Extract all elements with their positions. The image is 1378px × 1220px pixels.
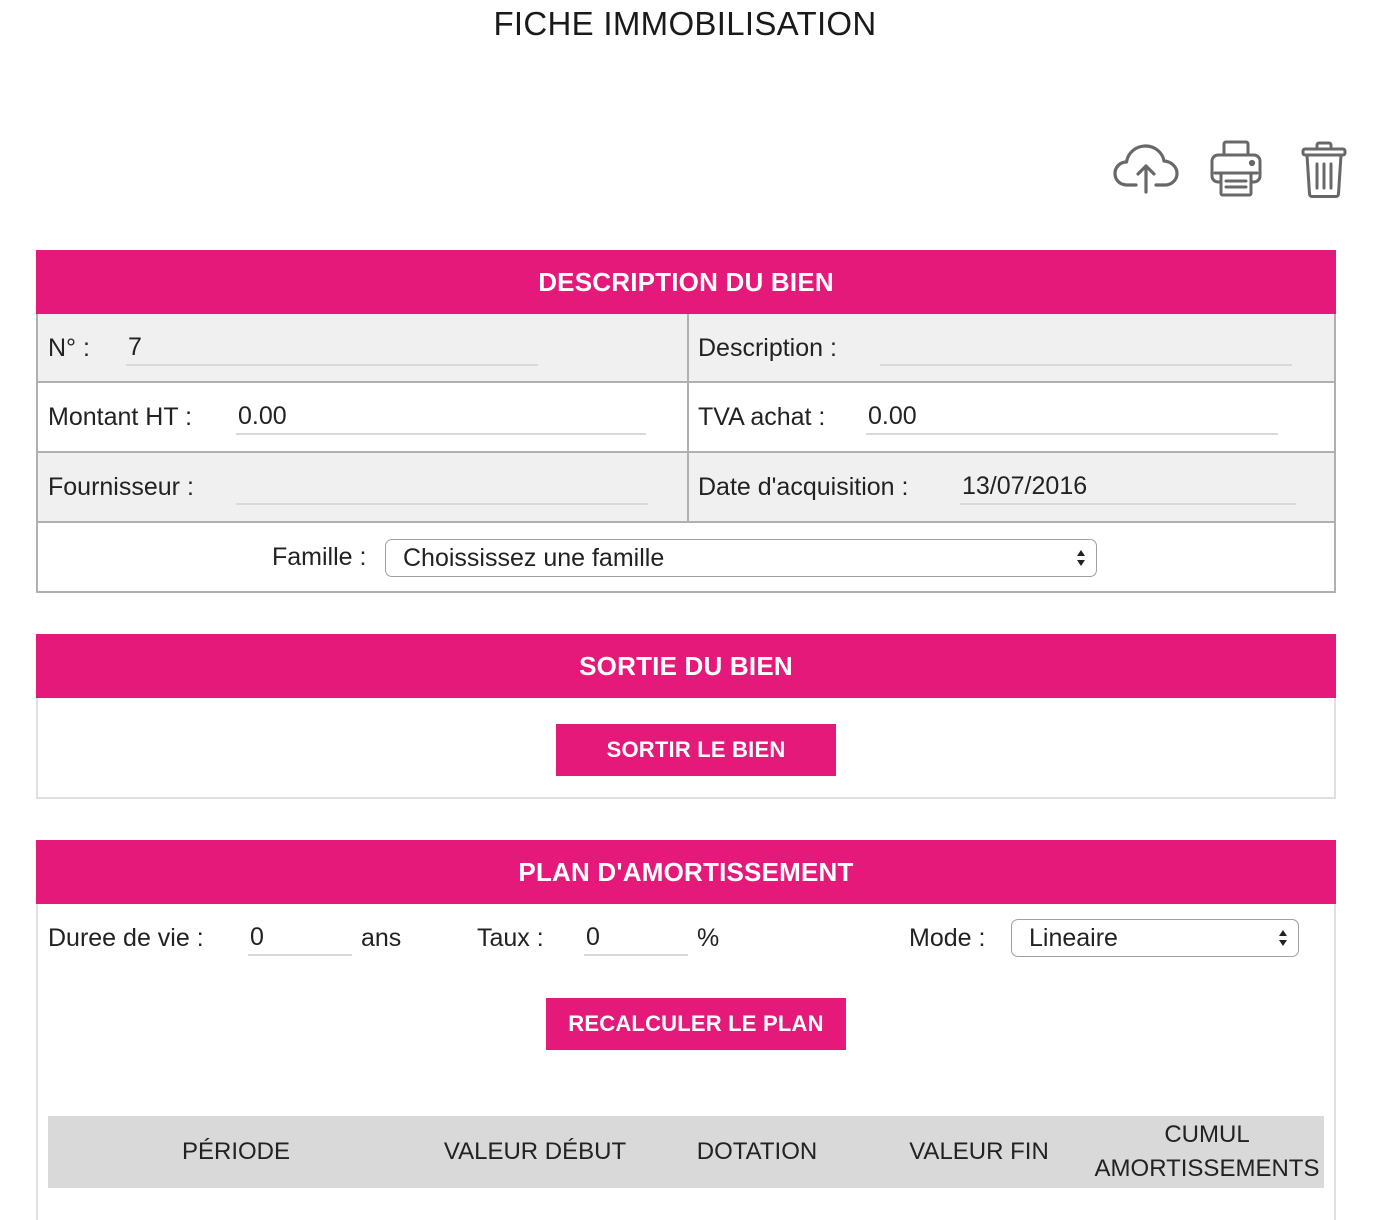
column-header-periode[interactable]: PÉRIODE: [48, 1116, 424, 1188]
upload-button[interactable]: [1112, 141, 1180, 195]
column-header-valeur-fin[interactable]: VALEUR FIN: [868, 1116, 1090, 1188]
mode-label: Mode :: [909, 924, 986, 952]
select-arrows-icon: [1279, 930, 1287, 946]
trash-icon: [1301, 141, 1347, 198]
sortir-le-bien-button[interactable]: SORTIR LE BIEN: [556, 724, 836, 776]
page-title: FICHE IMMOBILISATION: [493, 5, 877, 42]
row-famille: Famille : Choississez une famille: [38, 523, 1334, 591]
mode-select-value: Lineaire: [1029, 924, 1118, 952]
taux-unit: %: [697, 924, 720, 952]
famille-select[interactable]: Choississez une famille: [385, 539, 1097, 577]
description-cell: Description :: [689, 314, 1334, 381]
amortization-table-header: PÉRIODE VALEUR DÉBUT DOTATION VALEUR FIN…: [48, 1116, 1324, 1188]
delete-button[interactable]: [1300, 141, 1348, 199]
sortie-section-header: SORTIE DU BIEN: [36, 634, 1336, 698]
date-acquisition-label: Date d'acquisition :: [698, 473, 909, 501]
tva-achat-input[interactable]: [866, 399, 1278, 435]
taux-input[interactable]: [584, 920, 688, 956]
duree-vie-label: Duree de vie :: [48, 924, 204, 952]
montant-ht-cell: Montant HT :: [38, 383, 689, 451]
taux-label: Taux :: [477, 924, 544, 952]
row-montant-tva: Montant HT : TVA achat :: [38, 383, 1334, 453]
print-button[interactable]: [1209, 140, 1263, 198]
row-fournisseur-date: Fournisseur : Date d'acquisition :: [38, 453, 1334, 523]
date-acquisition-cell: Date d'acquisition :: [689, 453, 1334, 521]
description-section: DESCRIPTION DU BIEN N° : Description : M…: [36, 250, 1336, 593]
famille-label: Famille :: [272, 543, 367, 571]
plan-section-header: PLAN D'AMORTISSEMENT: [36, 840, 1336, 904]
mode-select[interactable]: Lineaire: [1011, 919, 1299, 957]
tva-achat-cell: TVA achat :: [689, 383, 1334, 451]
description-input[interactable]: [880, 330, 1292, 366]
fournisseur-cell: Fournisseur :: [38, 453, 689, 521]
sortie-section: SORTIE DU BIEN SORTIR LE BIEN: [36, 634, 1336, 799]
duree-vie-input[interactable]: [248, 920, 352, 956]
recalculer-plan-button[interactable]: RECALCULER LE PLAN: [546, 998, 846, 1050]
column-header-dotation[interactable]: DOTATION: [646, 1116, 868, 1188]
fournisseur-input[interactable]: [236, 469, 648, 505]
numero-cell: N° :: [38, 314, 689, 381]
description-label: Description :: [698, 334, 837, 362]
fournisseur-label: Fournisseur :: [48, 473, 194, 501]
tva-achat-label: TVA achat :: [698, 403, 826, 431]
cloud-upload-icon: [1113, 144, 1179, 194]
montant-ht-input[interactable]: [236, 399, 646, 435]
select-arrows-icon: [1077, 550, 1085, 566]
printer-icon: [1210, 140, 1262, 197]
date-acquisition-input[interactable]: [960, 469, 1296, 505]
plan-section: PLAN D'AMORTISSEMENT Duree de vie : ans …: [36, 840, 1336, 1220]
famille-select-value: Choississez une famille: [403, 544, 665, 572]
duree-vie-unit: ans: [361, 924, 402, 952]
sortie-section-body: SORTIR LE BIEN: [36, 698, 1336, 799]
description-section-header: DESCRIPTION DU BIEN: [36, 250, 1336, 314]
montant-ht-label: Montant HT :: [48, 403, 193, 431]
row-numero-description: N° : Description :: [38, 314, 1334, 383]
column-header-valeur-debut[interactable]: VALEUR DÉBUT: [424, 1116, 646, 1188]
numero-label: N° :: [48, 334, 90, 362]
column-header-cumul-amortissements[interactable]: CUMUL AMORTISSEMENTS: [1090, 1116, 1324, 1188]
numero-input[interactable]: [126, 330, 538, 366]
description-grid: N° : Description : Montant HT : TVA acha…: [36, 314, 1336, 593]
plan-section-body: Duree de vie : ans Taux : % Mode : Linea…: [36, 904, 1336, 1220]
